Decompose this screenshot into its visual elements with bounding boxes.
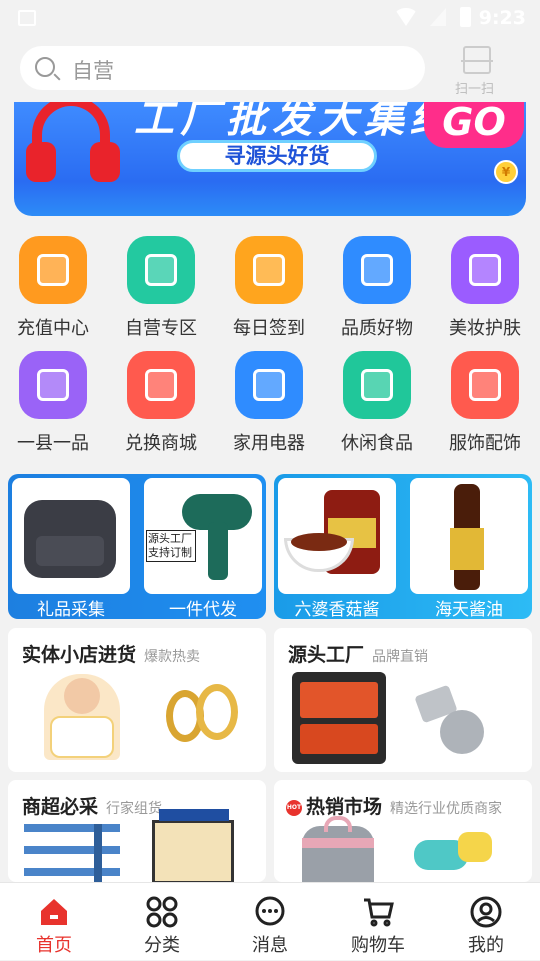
toy-gun-image: [414, 832, 496, 882]
category-bag[interactable]: 品质好物: [332, 230, 422, 340]
tile-label-dropship: 一件代发: [169, 600, 237, 620]
coin-icon: ¥: [494, 160, 518, 184]
card-subtitle: 行家组货: [106, 801, 163, 817]
category-label: 休闲食品: [341, 433, 413, 454]
category-calendar-check[interactable]: 每日签到: [224, 230, 314, 340]
promo-banner[interactable]: 工厂批发大集结 寻源头好货 GO ¥: [14, 102, 526, 216]
category-store[interactable]: 一县一品: [8, 345, 98, 455]
bottom-tab-bar: 首页 分类 消息 购物车 我的: [0, 882, 540, 960]
card-hot-market[interactable]: HOT 热销市场 精选行业优质商家: [274, 780, 532, 882]
toolkit-image: [292, 672, 386, 764]
scan-icon: [461, 46, 493, 74]
tab-category-grid[interactable]: 分类: [108, 883, 216, 961]
rice-cooker-image: [24, 500, 116, 578]
category-label: 家用电器: [233, 433, 305, 454]
category-label: 服饰配饰: [449, 433, 521, 454]
category-fridge[interactable]: 家用电器: [224, 345, 314, 455]
tile-label-soy: 海天酱油: [435, 600, 503, 620]
tab-label: 我的: [468, 935, 504, 956]
card-source-factory[interactable]: 源头工厂 品牌直销: [274, 628, 532, 772]
store-icon: [19, 351, 87, 419]
tile-label-mushroom: 六婆香菇酱: [294, 600, 380, 620]
category-label: 自营专区: [125, 318, 197, 339]
image-notification-icon: [18, 10, 36, 26]
card-title: 热销市场: [306, 796, 383, 818]
tile-group-left: 源头工厂支持订制 礼品采集 一件代发: [8, 474, 266, 620]
scan-button[interactable]: 扫一扫: [455, 46, 499, 98]
candy-icon: [343, 351, 411, 419]
category-label: 品质好物: [341, 318, 413, 339]
card-subtitle: 爆款热卖: [144, 649, 201, 665]
banner-headline: 工厂批发大集结: [134, 102, 456, 142]
hinge-image: [414, 680, 488, 758]
dryer-tag: 源头工厂支持订制: [146, 530, 196, 562]
signal-icon: [430, 8, 446, 26]
category-shopping-bag[interactable]: 自营专区: [116, 230, 206, 340]
category-label: 一县一品: [17, 433, 89, 454]
tile-soy-sauce[interactable]: [410, 478, 528, 594]
tab-cart[interactable]: 购物车: [324, 883, 432, 961]
category-label: 充值中心: [17, 318, 89, 339]
category-tshirt[interactable]: 服饰配饰: [440, 345, 530, 455]
search-icon: [35, 57, 55, 77]
banner-pill: 寻源头好货: [177, 140, 377, 172]
battery-icon: [460, 7, 471, 27]
cart-icon: [361, 895, 395, 929]
fridge-icon: [235, 351, 303, 419]
tile-dropship[interactable]: 源头工厂支持订制: [144, 478, 262, 594]
card-title: 源头工厂: [288, 644, 365, 666]
tile-gift-collect[interactable]: [12, 478, 130, 594]
status-time: 9:23: [478, 7, 526, 29]
search-row: 自营 扫一扫: [0, 36, 540, 102]
tab-label: 分类: [144, 935, 180, 956]
promo-tiles: 源头工厂支持订制 礼品采集 一件代发 六婆香菇酱 海天酱油: [8, 474, 532, 620]
message-icon: [253, 895, 287, 929]
tshirt-icon: [451, 351, 519, 419]
tab-label: 购物车: [351, 935, 405, 956]
home-icon: [37, 895, 71, 929]
card-title: 实体小店进货: [22, 644, 137, 666]
tab-home[interactable]: 首页: [0, 883, 108, 961]
category-makeup[interactable]: 美妆护肤: [440, 230, 530, 340]
card-subtitle: 品牌直销: [372, 649, 429, 665]
gift-icon: [127, 351, 195, 419]
calendar-check-icon: [235, 236, 303, 304]
status-bar: 9:23: [0, 0, 540, 36]
card-supermarket[interactable]: 商超必采 行家组货: [8, 780, 266, 882]
banner-go-badge: GO: [424, 102, 524, 148]
soy-bottle-image: [450, 484, 484, 590]
hot-icon: HOT: [286, 799, 302, 816]
card-subtitle: 精选行业优质商家: [390, 801, 503, 817]
tab-label: 消息: [252, 935, 288, 956]
card-title: 商超必采: [22, 796, 99, 818]
category-gift[interactable]: 兑换商城: [116, 345, 206, 455]
tile-group-right: 六婆香菇酱 海天酱油: [274, 474, 532, 620]
tab-message[interactable]: 消息: [216, 883, 324, 961]
tab-label: 首页: [36, 935, 72, 956]
category-grid-icon: [145, 895, 179, 929]
shopping-bag-icon: [127, 236, 195, 304]
card-small-store[interactable]: 实体小店进货 爆款热卖: [8, 628, 266, 772]
category-grid: 充值中心 自营专区 每日签到 品质好物 美妆护肤一县一品 兑换商城 家用电器 休闲食品 服饰配饰: [0, 230, 540, 462]
scan-label: 扫一扫: [455, 82, 495, 97]
search-placeholder: 自营: [72, 59, 114, 83]
category-label: 美妆护肤: [449, 318, 521, 339]
shelf-image: [24, 824, 120, 882]
phone-topup-icon: [19, 236, 87, 304]
search-input[interactable]: 自营: [20, 46, 425, 90]
wifi-icon: [394, 8, 418, 26]
category-phone-topup[interactable]: 充值中心: [8, 230, 98, 340]
profile-icon: [469, 895, 503, 929]
display-rack-image: [152, 809, 234, 882]
tile-label-gift: 礼品采集: [37, 600, 105, 620]
makeup-icon: [451, 236, 519, 304]
category-candy[interactable]: 休闲食品: [332, 345, 422, 455]
bag-icon: [343, 236, 411, 304]
tab-profile[interactable]: 我的: [432, 883, 540, 961]
backpack-image: [302, 816, 374, 882]
tile-mushroom-sauce[interactable]: [278, 478, 396, 594]
category-label: 每日签到: [233, 318, 305, 339]
category-label: 兑换商城: [125, 433, 197, 454]
woman-model-image: [44, 674, 120, 760]
